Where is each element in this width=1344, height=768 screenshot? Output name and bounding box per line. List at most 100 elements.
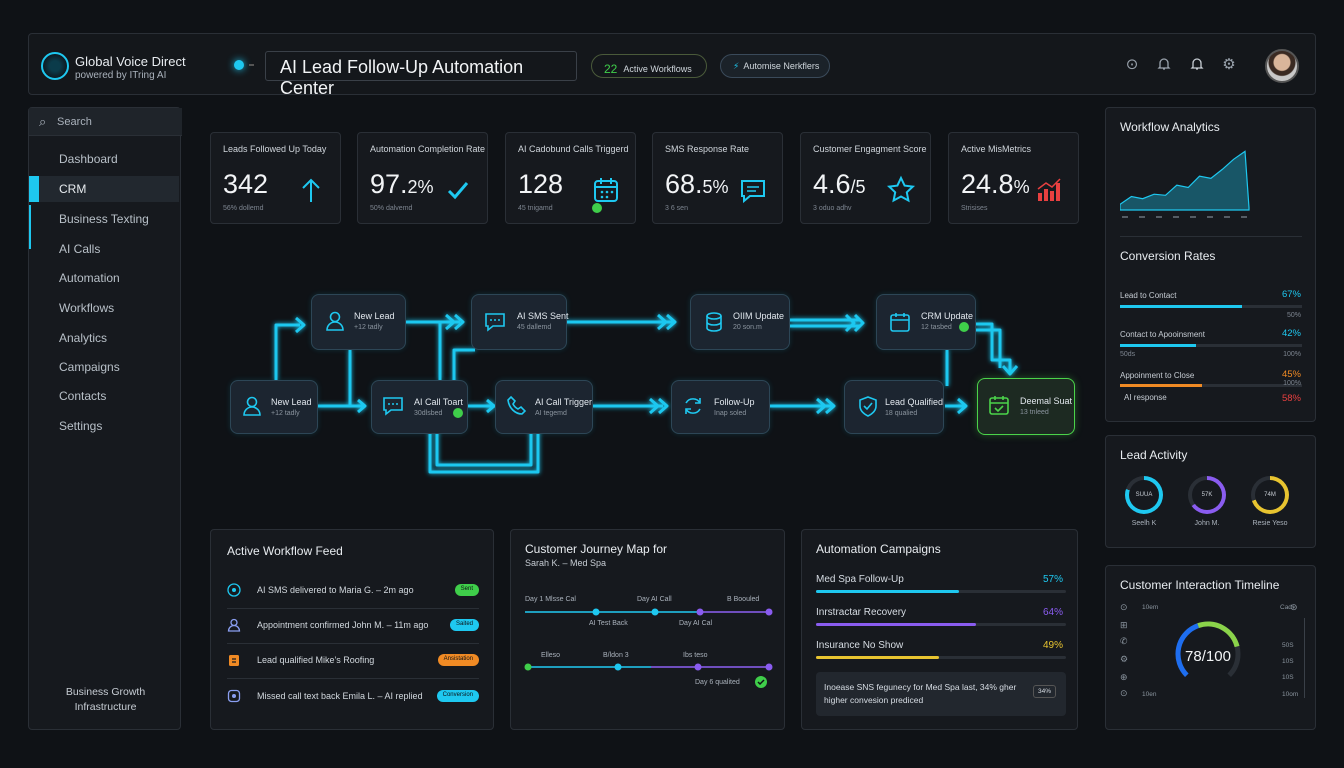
conversion-title: Conversion Rates [1120, 249, 1216, 263]
campaign-progress [816, 623, 1066, 626]
divider [1120, 236, 1302, 237]
circle-info-icon [227, 583, 241, 597]
workflow-node-new-lead[interactable]: New Lead +12 tadly [311, 294, 406, 350]
conversion-pct: 42% [1281, 328, 1301, 339]
active-workflows-count: 22 [604, 62, 618, 76]
sidebar-item-business-texting[interactable]: Business Texting [29, 206, 179, 232]
notification-icon[interactable] [1188, 56, 1206, 74]
lightning-icon: ⚡ [733, 61, 740, 71]
sidebar-item-automation[interactable]: Automation [29, 265, 179, 291]
settings-icon: ⚙ [1120, 654, 1129, 664]
automation-button-label: Automise Nerkflers [743, 61, 820, 71]
phone-icon [507, 395, 527, 415]
check-icon [447, 182, 469, 200]
sidebar-item-workflows[interactable]: Workflows [29, 295, 179, 321]
lead-name: Seelh K [1131, 520, 1157, 527]
workflow-node-crm-update[interactable]: CRM Update 12 tasbed [876, 294, 976, 350]
metric-value: 24.8% [961, 169, 1030, 199]
workflow-node-ai-sms-sent[interactable]: AI SMS Sent 45 dallemd [471, 294, 569, 350]
lead-name: John M. [1194, 520, 1220, 527]
lead-ring[interactable]: SUUA [1125, 476, 1163, 514]
help-icon[interactable]: ⊙ [1123, 56, 1141, 74]
sidebar: ⌕ Search Dashboard CRM Business Texting … [28, 107, 182, 730]
metric-card-sms-response[interactable]: SMS Response Rate 68.5% 3 6 sen [652, 132, 783, 224]
sidebar-item-ai-calls[interactable]: AI Calls [29, 236, 179, 262]
workflow-node-deal-closed[interactable]: Deemal Suat 13 tnleed [977, 378, 1075, 435]
metric-value: 342 [223, 169, 269, 199]
bell-icon[interactable] [1155, 56, 1173, 74]
metric-card-engagement-score[interactable]: Customer Engagment Score 4.6/5 3 oduo ad… [800, 132, 931, 224]
sidebar-item-campaigns[interactable]: Campaigns [29, 354, 179, 380]
workflow-node-follow-up[interactable]: Follow-Up Inap soled [671, 380, 770, 434]
divider [227, 678, 479, 679]
sidebar-item-settings[interactable]: Settings [29, 413, 179, 439]
settings-icon[interactable]: ⊛ [1290, 602, 1298, 613]
campaigns-title: Automation Campaigns [816, 542, 941, 556]
metric-sub: 45 tnigamd [518, 205, 553, 212]
message-icon [485, 313, 505, 332]
metric-sub: 56% dollemd [223, 205, 264, 212]
brand-name: Global Voice Direct [75, 54, 186, 69]
feed-row[interactable]: Appointment confirmed John M. – 11m ago … [227, 616, 479, 638]
conversion-progress [1120, 305, 1302, 308]
chart-icon: ⊞ [1120, 620, 1128, 630]
workflow-area-chart [1120, 150, 1250, 218]
metric-value: 128 [518, 169, 564, 199]
conversion-pct: 45% [1281, 369, 1301, 380]
clipboard-icon [229, 655, 239, 666]
refresh-icon [685, 398, 701, 414]
timeline-axis [1304, 618, 1305, 698]
conversion-name: Lead to Contact [1120, 291, 1177, 300]
lead-name: Resie Yeso [1252, 520, 1288, 527]
workflow-node-oiim-update[interactable]: OIIM Update 20 son.m [690, 294, 790, 350]
feed-row[interactable]: AI SMS delivered to Maria G. – 2m ago Se… [227, 581, 479, 603]
sidebar-item-crm[interactable]: CRM [29, 176, 179, 202]
ai-insight-box[interactable]: Inoease SNS fegunecy for Med Spa last, 3… [816, 672, 1066, 716]
sidebar-item-dashboard[interactable]: Dashboard [29, 146, 179, 172]
database-icon [706, 312, 722, 332]
clock-icon: ⊙ [1120, 688, 1128, 698]
workflow-node-ai-call-start[interactable]: AI Call Toart 30dlsbed [371, 380, 468, 434]
workflow-node-ai-call-trigger[interactable]: AI Call Trigger AI tegemd [495, 380, 593, 434]
user-avatar[interactable] [1265, 49, 1299, 83]
workflow-node-lead-qualified[interactable]: Lead Qualified 18 qualied [844, 380, 944, 434]
status-tag: Saited [449, 619, 479, 631]
x-tick [1139, 216, 1145, 218]
lead-ring[interactable]: 57K [1188, 476, 1226, 514]
automation-campaigns: Automation Campaigns Med Spa Follow-Up 5… [801, 529, 1078, 730]
metric-card-active-metrics[interactable]: Active MisMetrics 24.8% Strisises [948, 132, 1079, 224]
campaign-name: Med Spa Follow-Up [816, 574, 904, 585]
target-icon: ⊕ [1120, 672, 1128, 682]
automation-button[interactable]: ⚡ Automise Nerkflers [720, 54, 830, 78]
missed-call-icon [227, 689, 241, 703]
timeline-title: Customer Interaction Timeline [1120, 578, 1280, 592]
metric-card-completion-rate[interactable]: Automation Completion Rate 97.2% 50% dal… [357, 132, 488, 224]
footer-line-2: Infrastructure [74, 701, 137, 713]
conversion-pct: 58% [1281, 393, 1301, 404]
status-tag: Ansistation [437, 654, 479, 666]
footer-line-1: Business Growth [65, 686, 146, 698]
lead-ring[interactable]: 74M [1251, 476, 1289, 514]
metric-card-leads-followed[interactable]: Leads Followed Up Today 342 56% dollemd [210, 132, 341, 224]
metric-label: Leads Followed Up Today [223, 144, 327, 154]
settings-icon[interactable]: ⚙ [1220, 56, 1238, 74]
search-icon: ⌕ [39, 114, 47, 129]
lead-activity-title: Lead Activity [1120, 448, 1188, 462]
gauge-fill-green [1197, 621, 1240, 648]
workflow-node-new-lead-start[interactable]: New Lead +12 tadly [230, 380, 318, 434]
live-status-dot-icon [234, 60, 244, 70]
sidebar-item-analytics[interactable]: Analytics [29, 325, 179, 351]
phone-icon: ✆ [1120, 636, 1128, 646]
feed-row[interactable]: Lead qualified Mike's Roofing Ansistatio… [227, 651, 479, 673]
calendar-icon [594, 178, 618, 202]
active-workflows-badge[interactable]: 22 Active Workflows [591, 54, 707, 78]
search-input[interactable]: ⌕ Search [29, 108, 182, 136]
sidebar-item-contacts[interactable]: Contacts [29, 383, 179, 409]
area-series [1120, 150, 1250, 211]
metric-sub: 50% dalvemd [370, 205, 413, 212]
x-tick [1207, 216, 1213, 218]
metric-label: Active MisMetrics [961, 144, 1032, 154]
shield-check-icon [859, 396, 877, 417]
feed-row[interactable]: Missed call text back Emila L. – AI repl… [227, 687, 479, 709]
metric-card-ai-calls[interactable]: AI Cadobund Calls Triggerd 128 45 tnigam… [505, 132, 636, 224]
